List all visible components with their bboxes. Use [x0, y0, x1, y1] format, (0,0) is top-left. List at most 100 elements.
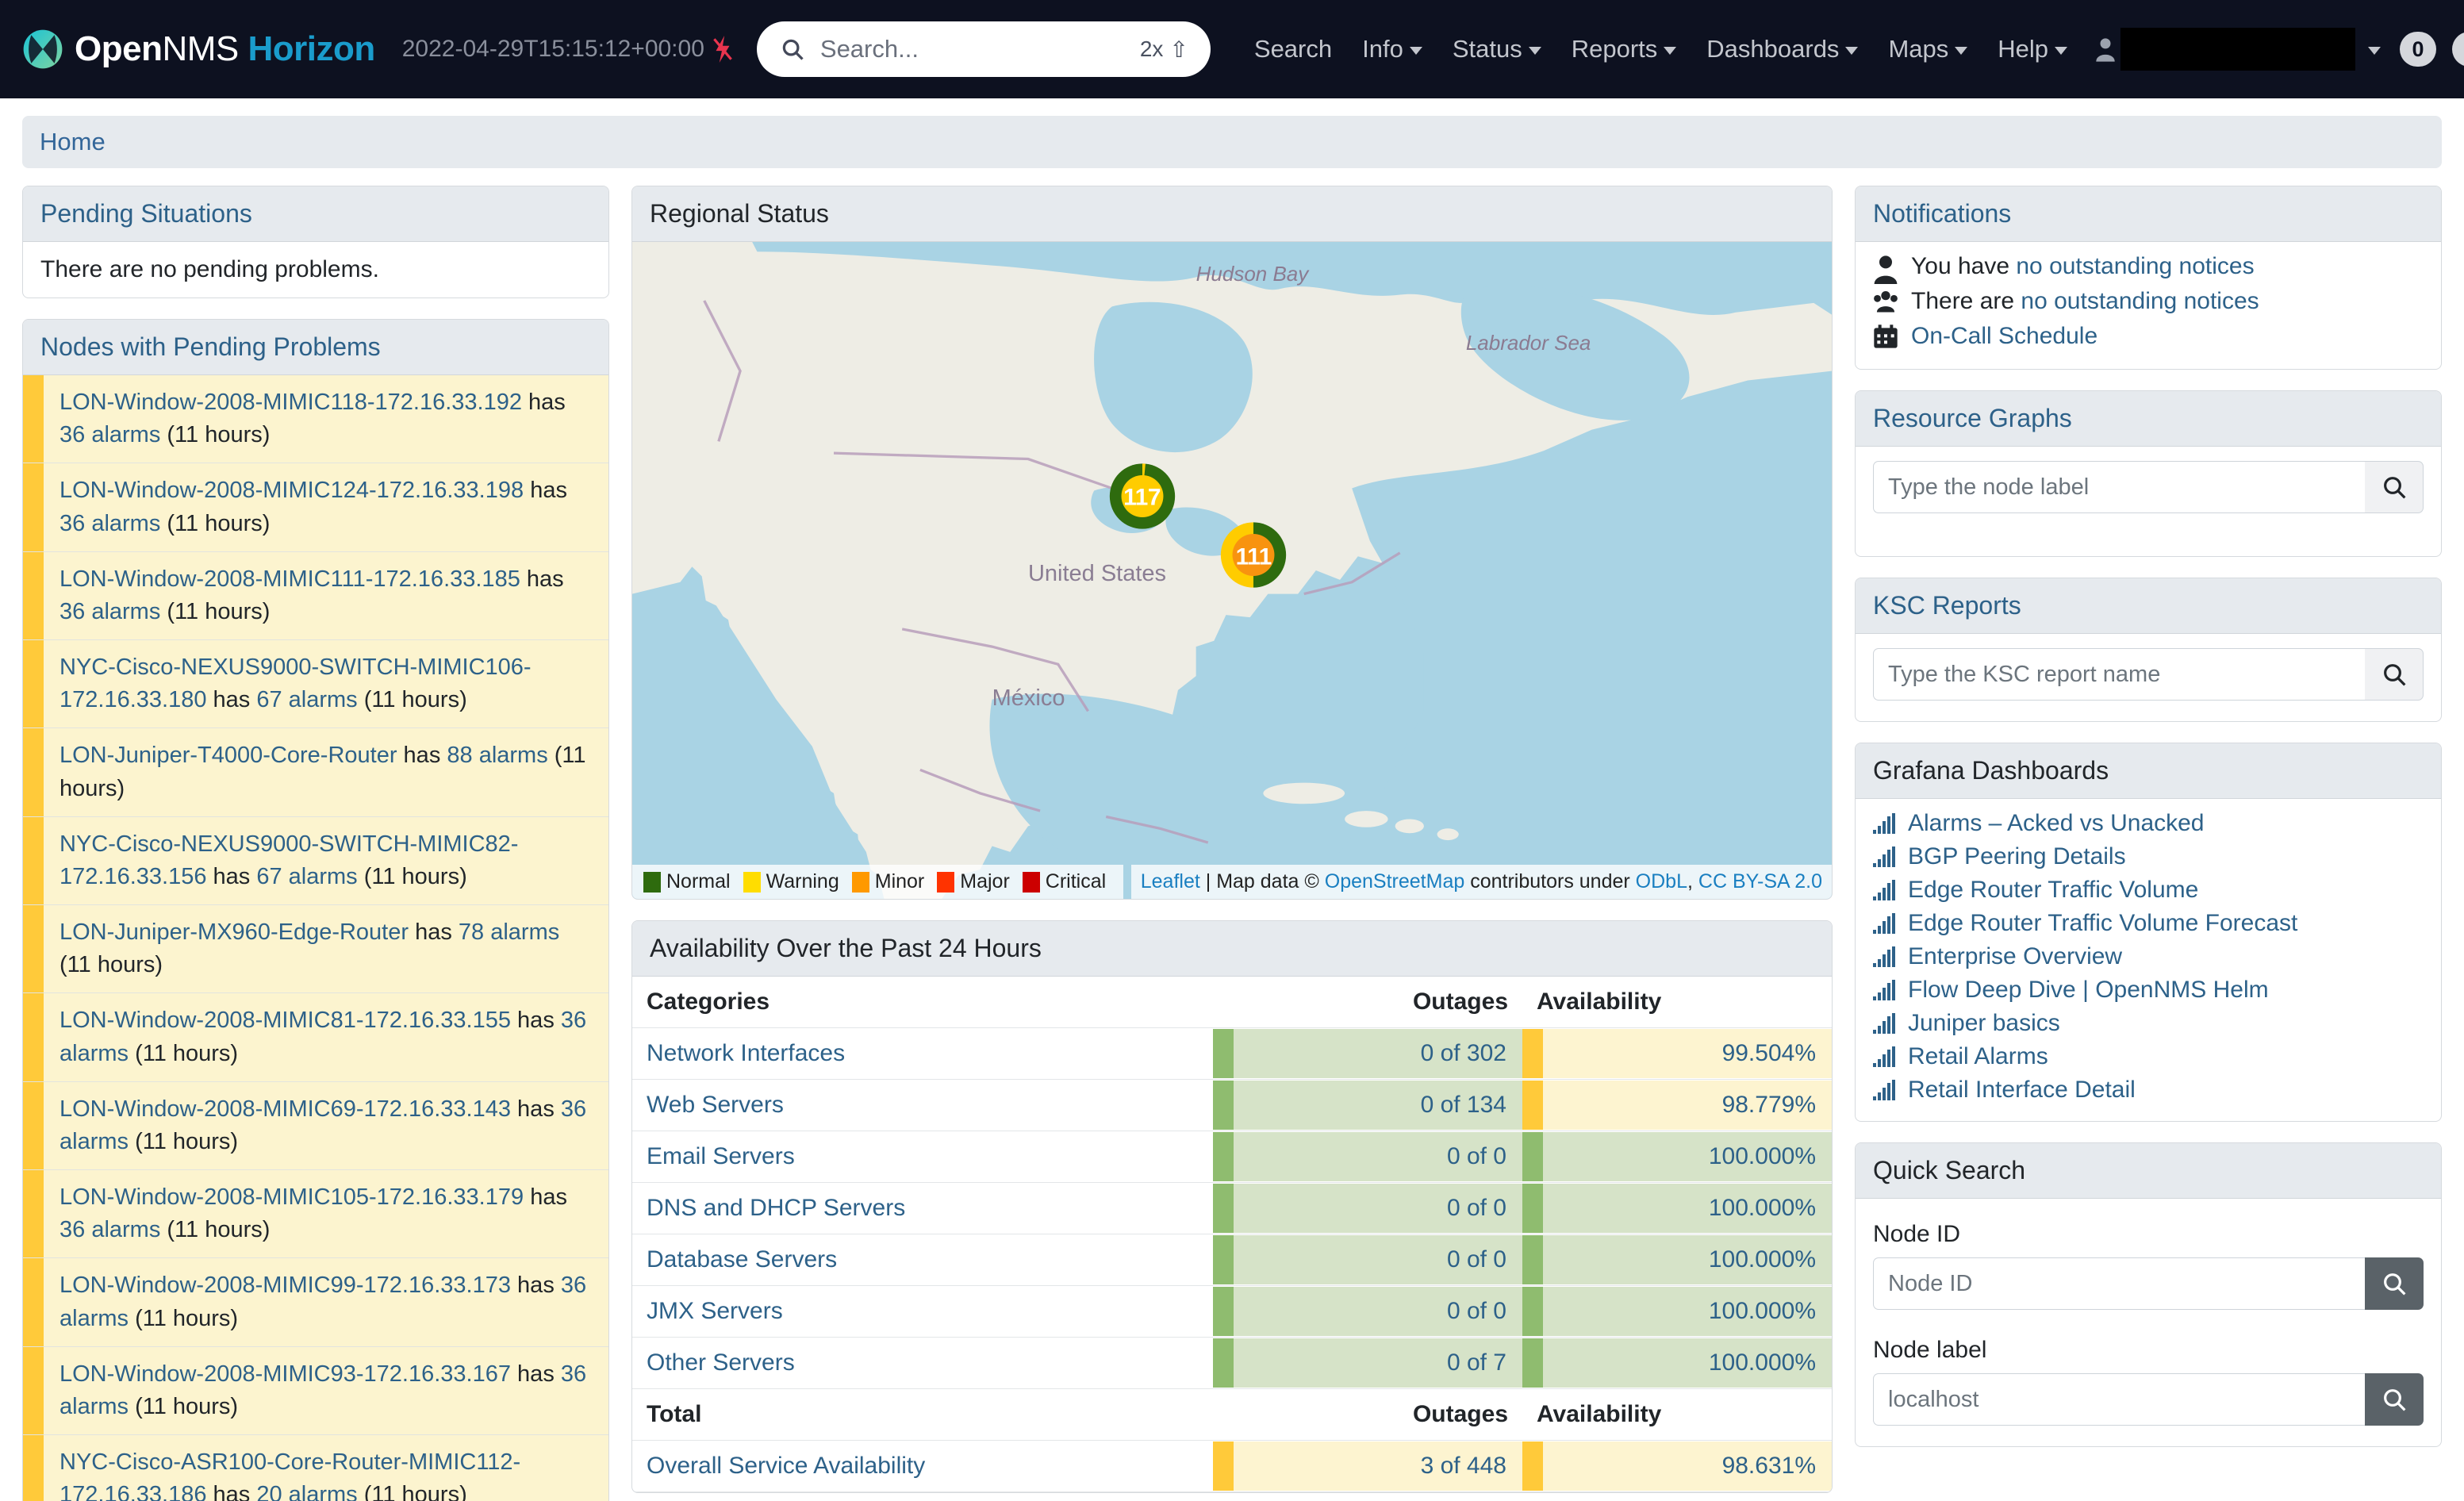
ksc-report-input[interactable]: Type the KSC report name — [1873, 648, 2365, 701]
node-problem-row[interactable]: LON-Window-2008-MIMIC93-172.16.33.167 ha… — [23, 1347, 608, 1435]
grafana-dashboard-item[interactable]: Retail Interface Detail — [1873, 1077, 2424, 1104]
grafana-dashboard-link[interactable]: Alarms – Acked vs Unacked — [1908, 810, 2205, 837]
map-marker-cluster[interactable]: 111 — [1215, 516, 1292, 598]
notification-link[interactable]: no outstanding notices — [2016, 253, 2254, 279]
category-link[interactable]: Database Servers — [647, 1246, 837, 1273]
alarm-count-link[interactable]: 36 alarms — [59, 599, 160, 624]
nav-item-help[interactable]: Help — [1982, 35, 2082, 63]
node-label-input[interactable]: localhost — [1873, 1373, 2365, 1426]
alarm-count-link[interactable]: 36 alarms — [59, 511, 160, 536]
notification-link[interactable]: On-Call Schedule — [1911, 323, 2097, 349]
grafana-dashboard-link[interactable]: Juniper basics — [1908, 1010, 2060, 1037]
search-icon — [2381, 662, 2407, 687]
node-problem-row[interactable]: LON-Window-2008-MIMIC99-172.16.33.173 ha… — [23, 1258, 608, 1346]
brand[interactable]: OpenNMS Horizon — [22, 29, 375, 70]
brand-text: OpenNMS Horizon — [75, 29, 375, 69]
node-link[interactable]: LON-Window-2008-MIMIC124-172.16.33.198 — [59, 478, 524, 503]
notification-link[interactable]: no outstanding notices — [2021, 288, 2259, 314]
nav-item-search[interactable]: Search — [1239, 35, 1347, 63]
map-legend: NormalWarningMinorMajorCritical — [632, 865, 1123, 899]
resource-graph-search-button[interactable] — [2365, 461, 2424, 513]
grafana-dashboard-item[interactable]: BGP Peering Details — [1873, 843, 2424, 870]
map-marker-cluster[interactable]: 117 — [1103, 457, 1181, 539]
node-id-input[interactable]: Node ID — [1873, 1257, 2365, 1310]
nav-item-info[interactable]: Info — [1347, 35, 1437, 63]
alarm-count-link[interactable]: 20 alarms — [256, 1482, 357, 1501]
nav-item-maps[interactable]: Maps — [1873, 35, 1982, 63]
legend-label: Normal — [666, 870, 731, 893]
alarm-count-badge[interactable]: 0 — [2400, 32, 2436, 67]
outages-cell: 0 of 0 — [1213, 1286, 1522, 1338]
node-problem-row[interactable]: NYC-Cisco-NEXUS9000-SWITCH-MIMIC106-172.… — [23, 640, 608, 728]
alarm-count-link[interactable]: 88 alarms — [447, 743, 547, 768]
node-problem-row[interactable]: LON-Window-2008-MIMIC69-172.16.33.143 ha… — [23, 1082, 608, 1170]
grafana-dashboard-item[interactable]: Flow Deep Dive | OpenNMS Helm — [1873, 977, 2424, 1004]
node-problem-row[interactable]: NYC-Cisco-NEXUS9000-SWITCH-MIMIC82-172.1… — [23, 817, 608, 905]
category-link[interactable]: Other Servers — [647, 1349, 795, 1376]
ccbysa-link[interactable]: CC BY-SA 2.0 — [1698, 870, 1822, 893]
grafana-dashboard-link[interactable]: Edge Router Traffic Volume — [1908, 877, 2198, 904]
alarm-count-link[interactable]: 36 alarms — [59, 1217, 160, 1242]
node-problem-text: LON-Window-2008-MIMIC118-172.16.33.192 h… — [44, 375, 608, 463]
node-problem-row[interactable]: LON-Window-2008-MIMIC105-172.16.33.179 h… — [23, 1170, 608, 1258]
category-link[interactable]: JMX Servers — [647, 1298, 783, 1324]
grafana-dashboard-item[interactable]: Juniper basics — [1873, 1010, 2424, 1037]
node-link[interactable]: LON-Juniper-T4000-Core-Router — [59, 743, 397, 768]
node-problem-row[interactable]: LON-Juniper-T4000-Core-Router has 88 ala… — [23, 728, 608, 816]
grafana-dashboard-item[interactable]: Alarms – Acked vs Unacked — [1873, 810, 2424, 837]
notice-count-badge[interactable]: 0 — [2452, 32, 2464, 67]
nav-item-dashboards[interactable]: Dashboards — [1691, 35, 1873, 63]
grafana-dashboard-item[interactable]: Retail Alarms — [1873, 1043, 2424, 1070]
alarm-count-link[interactable]: 67 alarms — [256, 687, 357, 712]
node-link[interactable]: LON-Window-2008-MIMIC111-172.16.33.185 — [59, 566, 520, 592]
map-legend-item: Minor — [852, 870, 925, 893]
resource-graph-input[interactable]: Type the node label — [1873, 461, 2365, 513]
grafana-dashboard-link[interactable]: Retail Alarms — [1908, 1043, 2048, 1070]
user-menu[interactable] — [2095, 28, 2381, 71]
odbl-link[interactable]: ODbL — [1636, 870, 1687, 893]
node-link[interactable]: LON-Window-2008-MIMIC118-172.16.33.192 — [59, 390, 522, 415]
node-link[interactable]: LON-Juniper-MX960-Edge-Router — [59, 919, 409, 945]
bar-chart-icon — [1873, 813, 1897, 834]
node-problem-row[interactable]: LON-Window-2008-MIMIC124-172.16.33.198 h… — [23, 463, 608, 551]
global-search-box[interactable]: Search... 2x ⇧ — [757, 21, 1211, 77]
openstreetmap-link[interactable]: OpenStreetMap — [1325, 870, 1465, 893]
node-link[interactable]: LON-Window-2008-MIMIC93-172.16.33.167 — [59, 1361, 511, 1387]
alarm-count-link[interactable]: 67 alarms — [256, 864, 357, 889]
node-link[interactable]: LON-Window-2008-MIMIC105-172.16.33.179 — [59, 1184, 524, 1210]
node-problem-row[interactable]: NYC-Cisco-ASR100-Core-Router-MIMIC112-17… — [23, 1435, 608, 1501]
grafana-dashboard-item[interactable]: Edge Router Traffic Volume Forecast — [1873, 910, 2424, 937]
node-problem-row[interactable]: LON-Window-2008-MIMIC81-172.16.33.155 ha… — [23, 993, 608, 1081]
grafana-dashboard-link[interactable]: Enterprise Overview — [1908, 943, 2122, 970]
nav-item-reports[interactable]: Reports — [1556, 35, 1692, 63]
grafana-dashboard-item[interactable]: Edge Router Traffic Volume — [1873, 877, 2424, 904]
grafana-dashboard-link[interactable]: BGP Peering Details — [1908, 843, 2126, 870]
node-link[interactable]: LON-Window-2008-MIMIC99-172.16.33.173 — [59, 1273, 511, 1298]
outages-cell: 0 of 134 — [1213, 1080, 1522, 1131]
node-link[interactable]: LON-Window-2008-MIMIC81-172.16.33.155 — [59, 1008, 511, 1033]
leaflet-link[interactable]: Leaflet — [1141, 870, 1200, 893]
node-link[interactable]: LON-Window-2008-MIMIC69-172.16.33.143 — [59, 1096, 511, 1122]
nav-item-status[interactable]: Status — [1437, 35, 1556, 63]
category-link[interactable]: Network Interfaces — [647, 1040, 845, 1066]
availability-table: Categories Outages Availability Network … — [632, 977, 1832, 1492]
regional-status-map[interactable]: Hudson Bay Labrador Sea United States Mé… — [632, 242, 1832, 899]
grafana-dashboard-item[interactable]: Enterprise Overview — [1873, 943, 2424, 970]
node-label-search-button[interactable] — [2365, 1373, 2424, 1426]
category-link[interactable]: DNS and DHCP Servers — [647, 1195, 905, 1221]
alarm-count-link[interactable]: 78 alarms — [459, 919, 559, 945]
grafana-dashboard-link[interactable]: Edge Router Traffic Volume Forecast — [1908, 910, 2297, 937]
node-id-search-button[interactable] — [2365, 1257, 2424, 1310]
category-link[interactable]: Web Servers — [647, 1092, 784, 1118]
bar-chart-icon — [1873, 946, 1897, 967]
node-problem-row[interactable]: LON-Window-2008-MIMIC118-172.16.33.192 h… — [23, 375, 608, 463]
node-problem-row[interactable]: LON-Window-2008-MIMIC111-172.16.33.185 h… — [23, 552, 608, 640]
category-link[interactable]: Email Servers — [647, 1143, 795, 1169]
alarm-count-link[interactable]: 36 alarms — [59, 422, 160, 447]
ksc-search-button[interactable] — [2365, 648, 2424, 701]
grafana-dashboard-link[interactable]: Flow Deep Dive | OpenNMS Helm — [1908, 977, 2269, 1004]
breadcrumb-home[interactable]: Home — [40, 128, 106, 156]
grafana-dashboard-link[interactable]: Retail Interface Detail — [1908, 1077, 2136, 1104]
node-problem-row[interactable]: LON-Juniper-MX960-Edge-Router has 78 ala… — [23, 905, 608, 993]
overall-service-availability-link[interactable]: Overall Service Availability — [647, 1453, 925, 1479]
